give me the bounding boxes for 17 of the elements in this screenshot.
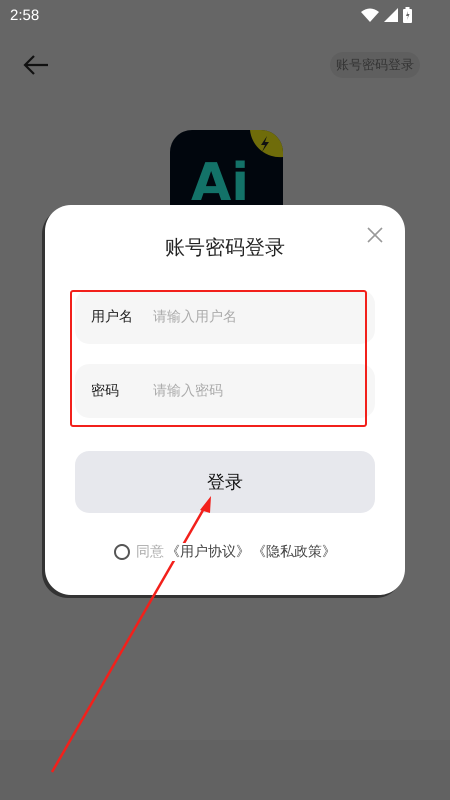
battery-icon — [403, 7, 412, 23]
close-icon[interactable] — [367, 227, 383, 243]
app-logo-icon: Ai — [170, 130, 282, 205]
signal-icon — [384, 8, 398, 22]
dialog-title: 账号密码登录 — [165, 234, 285, 261]
input-field[interactable]: 用户名 请输入用户名 — [75, 290, 375, 344]
field-label: 用户名 — [91, 308, 134, 326]
login-button[interactable]: 登录 — [75, 451, 375, 513]
wifi-icon — [361, 8, 379, 22]
status-time: 2:58 — [10, 6, 40, 24]
field-label: 密码 — [91, 382, 120, 400]
agree-checkbox[interactable] — [114, 544, 130, 560]
text-input[interactable]: 请输入用户名 — [153, 309, 313, 325]
agree-text: 同意 — [136, 543, 164, 561]
input-field[interactable]: 密码 请输入密码 — [75, 364, 375, 418]
text-input[interactable]: 请输入密码 — [153, 383, 313, 399]
back-arrow-icon[interactable] — [23, 55, 49, 75]
